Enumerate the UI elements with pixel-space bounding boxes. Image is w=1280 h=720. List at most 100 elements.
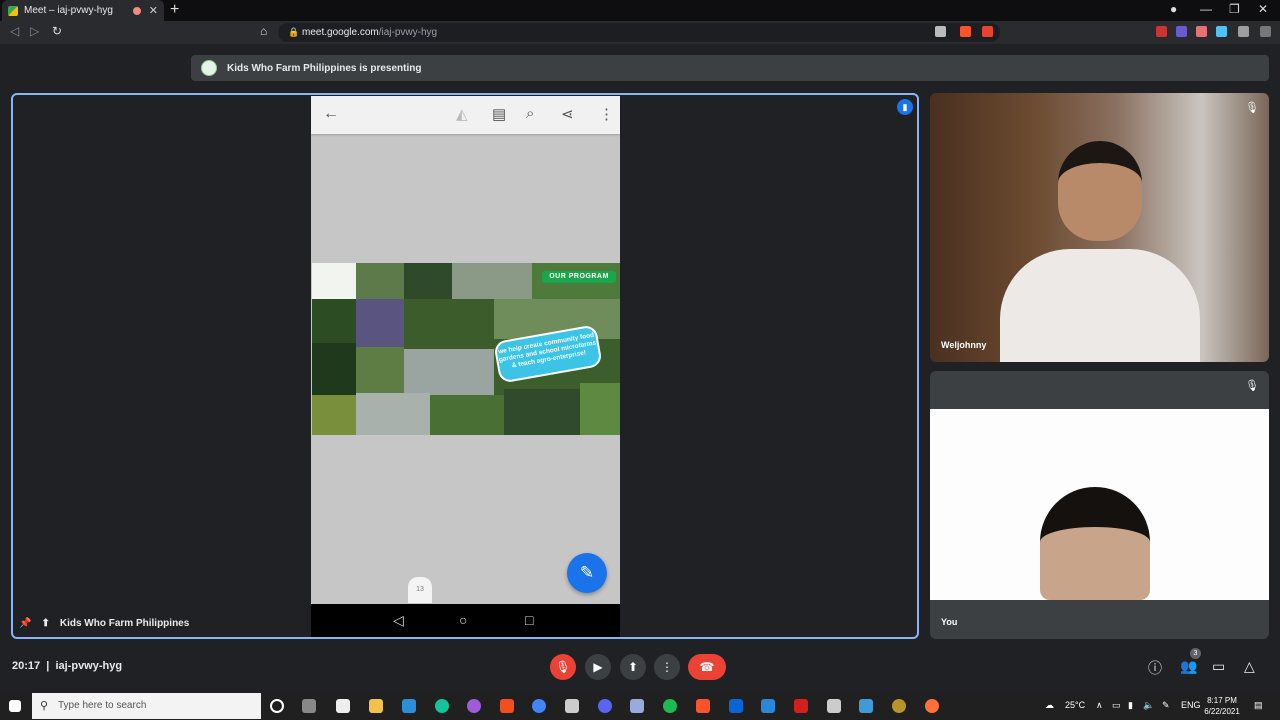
extension-red-icon[interactable] <box>1156 26 1167 37</box>
brave-shields-icon[interactable] <box>960 26 971 37</box>
participant-tile-you[interactable]: 🎙 You <box>930 371 1269 639</box>
collage-photo <box>356 347 404 393</box>
people-count-badge: 3 <box>1190 648 1201 659</box>
app-icon[interactable] <box>827 699 841 713</box>
figma-icon[interactable] <box>500 699 514 713</box>
firefox-icon[interactable] <box>925 699 939 713</box>
language-indicator[interactable]: ENG <box>1181 700 1201 710</box>
url-field[interactable]: 🔒 meet.google.com/iaj-pvwy-hyg <box>278 23 1000 42</box>
mic-tray-icon[interactable]: ▮ <box>1128 700 1133 711</box>
chrome-icon[interactable] <box>532 699 546 713</box>
back-button[interactable]: ◁ <box>10 24 19 38</box>
brave-rewards-icon[interactable] <box>982 26 993 37</box>
clock-time: 8:17 PM <box>1207 696 1237 705</box>
browser-menu-icon[interactable] <box>1260 26 1271 37</box>
weather-icon[interactable]: ☁ <box>1045 700 1054 711</box>
camera-toggle-button[interactable]: ▶ <box>585 654 611 680</box>
mic-toggle-button[interactable]: 🎙 <box>550 654 576 680</box>
notifications-icon[interactable]: ▤ <box>1254 700 1263 711</box>
temperature: 25°C <box>1065 700 1086 710</box>
search-icon: ⚲ <box>40 700 49 712</box>
tray-chevron-icon[interactable]: ∧ <box>1096 700 1103 711</box>
calendar-icon[interactable] <box>761 699 775 713</box>
recording-indicator-icon <box>132 6 141 15</box>
spotify-icon[interactable] <box>663 699 677 713</box>
discord-icon[interactable] <box>598 699 612 713</box>
chat-icon[interactable]: ▭ <box>1212 658 1225 675</box>
tab-meet[interactable]: Meet – iaj-pvwy-hyg ✕ <box>2 0 164 21</box>
camera-permission-icon[interactable] <box>935 26 946 37</box>
bookmark-icon[interactable]: ⌂ <box>260 24 267 38</box>
meet-control-bar: 20:17 | iaj-pvwy-hyg 🎙 ▶ ⬆ ⋮ ☎ ⓘ 👥 ▭ △ <box>0 648 1280 686</box>
app-icon[interactable] <box>565 699 579 713</box>
collage-photo <box>404 349 494 395</box>
app-icon[interactable] <box>892 699 906 713</box>
forward-button[interactable]: ▷ <box>30 24 39 38</box>
volume-icon[interactable]: 🔈 <box>1143 700 1154 711</box>
collage-photo <box>312 263 356 299</box>
close-tab-icon[interactable]: ✕ <box>149 4 158 17</box>
participant-name: Weljohnny <box>941 340 987 350</box>
close-window-button[interactable]: ✕ <box>1258 2 1268 16</box>
participant-body <box>1000 249 1200 362</box>
collage-photo <box>356 299 404 347</box>
network-icon[interactable]: ▭ <box>1112 700 1121 711</box>
new-tab-button[interactable]: + <box>170 1 179 19</box>
taskbar-clock[interactable]: 8:17 PM 6/22/2021 <box>1200 695 1244 717</box>
mail-icon[interactable] <box>729 699 743 713</box>
task-view-icon[interactable] <box>302 699 316 713</box>
zoom-icon: ⌕ <box>526 105 535 122</box>
windows-taskbar: ⚲ Type here to search ☁ 25°C ∧ ▭ ▮ 🔈 ✎ E… <box>0 692 1280 720</box>
presenting-text: Kids Who Farm Philippines is presenting <box>227 62 422 74</box>
meeting-details-icon[interactable]: ⓘ <box>1148 658 1162 678</box>
participant-video <box>1000 141 1200 362</box>
meeting-info: 20:17 | iaj-pvwy-hyg <box>12 660 123 672</box>
present-now-button[interactable]: ⬆ <box>620 654 646 680</box>
presenting-banner: Kids Who Farm Philippines is presenting <box>191 55 1269 81</box>
people-icon[interactable]: 👥 <box>1180 658 1197 675</box>
self-video <box>930 409 1269 600</box>
restore-button[interactable]: ❐ <box>1229 2 1240 16</box>
participant-tile-weljohnny[interactable]: 🎙 Weljohnny <box>930 93 1269 362</box>
leave-call-button[interactable]: ☎ <box>688 654 726 680</box>
app-icon[interactable] <box>859 699 873 713</box>
activities-icon[interactable]: △ <box>1244 658 1255 675</box>
acrobat-icon[interactable] <box>794 699 808 713</box>
more-vert-icon: ⋮ <box>599 106 614 123</box>
collage-photo <box>404 263 452 299</box>
windows-start-icon[interactable] <box>9 700 21 712</box>
minimize-button[interactable]: — <box>1200 2 1212 16</box>
extension-blue-icon[interactable] <box>1216 26 1227 37</box>
pin-icon[interactable]: 📌 <box>19 618 31 629</box>
program-collage-image: OUR PROGRAM we help create community foo… <box>312 263 620 435</box>
brave-icon[interactable] <box>696 699 710 713</box>
meeting-code: iaj-pvwy-hyg <box>55 660 123 672</box>
collage-photo <box>356 263 404 299</box>
notion-icon[interactable] <box>336 699 350 713</box>
grammarly-icon[interactable] <box>435 699 449 713</box>
participant-head <box>1058 141 1142 241</box>
taskbar-search[interactable]: ⚲ Type here to search <box>32 693 261 719</box>
profile-icon[interactable]: ● <box>1170 2 1177 16</box>
browser-tab-bar: Meet – iaj-pvwy-hyg ✕ + ● — ❐ ✕ <box>0 0 1280 21</box>
presentation-tile[interactable]: ← ◭ ▤ ⌕ ⋖ ⋮ OUR PROGRAM we help create c… <box>11 93 919 639</box>
speaking-indicator-icon: ▮ <box>897 99 913 115</box>
meeting-time: 20:17 <box>12 660 41 672</box>
pen-icon[interactable]: ✎ <box>1162 700 1170 711</box>
kids-who-farm-logo-icon <box>201 60 217 76</box>
extension-scissors-icon[interactable] <box>1196 26 1207 37</box>
more-options-button[interactable]: ⋮ <box>654 654 680 680</box>
app-icon[interactable] <box>630 699 644 713</box>
tab-title: Meet – iaj-pvwy-hyg <box>24 5 113 16</box>
file-explorer-icon[interactable] <box>369 699 383 713</box>
collage-photo <box>580 383 620 435</box>
clock-date: 6/22/2021 <box>1204 707 1240 716</box>
vscode-icon[interactable] <box>402 699 416 713</box>
cortana-icon[interactable] <box>270 699 284 713</box>
reload-button[interactable]: ↻ <box>52 24 62 38</box>
extensions-puzzle-icon[interactable] <box>1238 26 1249 37</box>
extension-purple-icon[interactable] <box>1176 26 1187 37</box>
app-icon[interactable] <box>467 699 481 713</box>
address-bar-row: ◁ ▷ ↻ ⌂ 🔒 meet.google.com/iaj-pvwy-hyg <box>0 21 1280 44</box>
presenter-name: Kids Who Farm Philippines <box>59 618 190 629</box>
